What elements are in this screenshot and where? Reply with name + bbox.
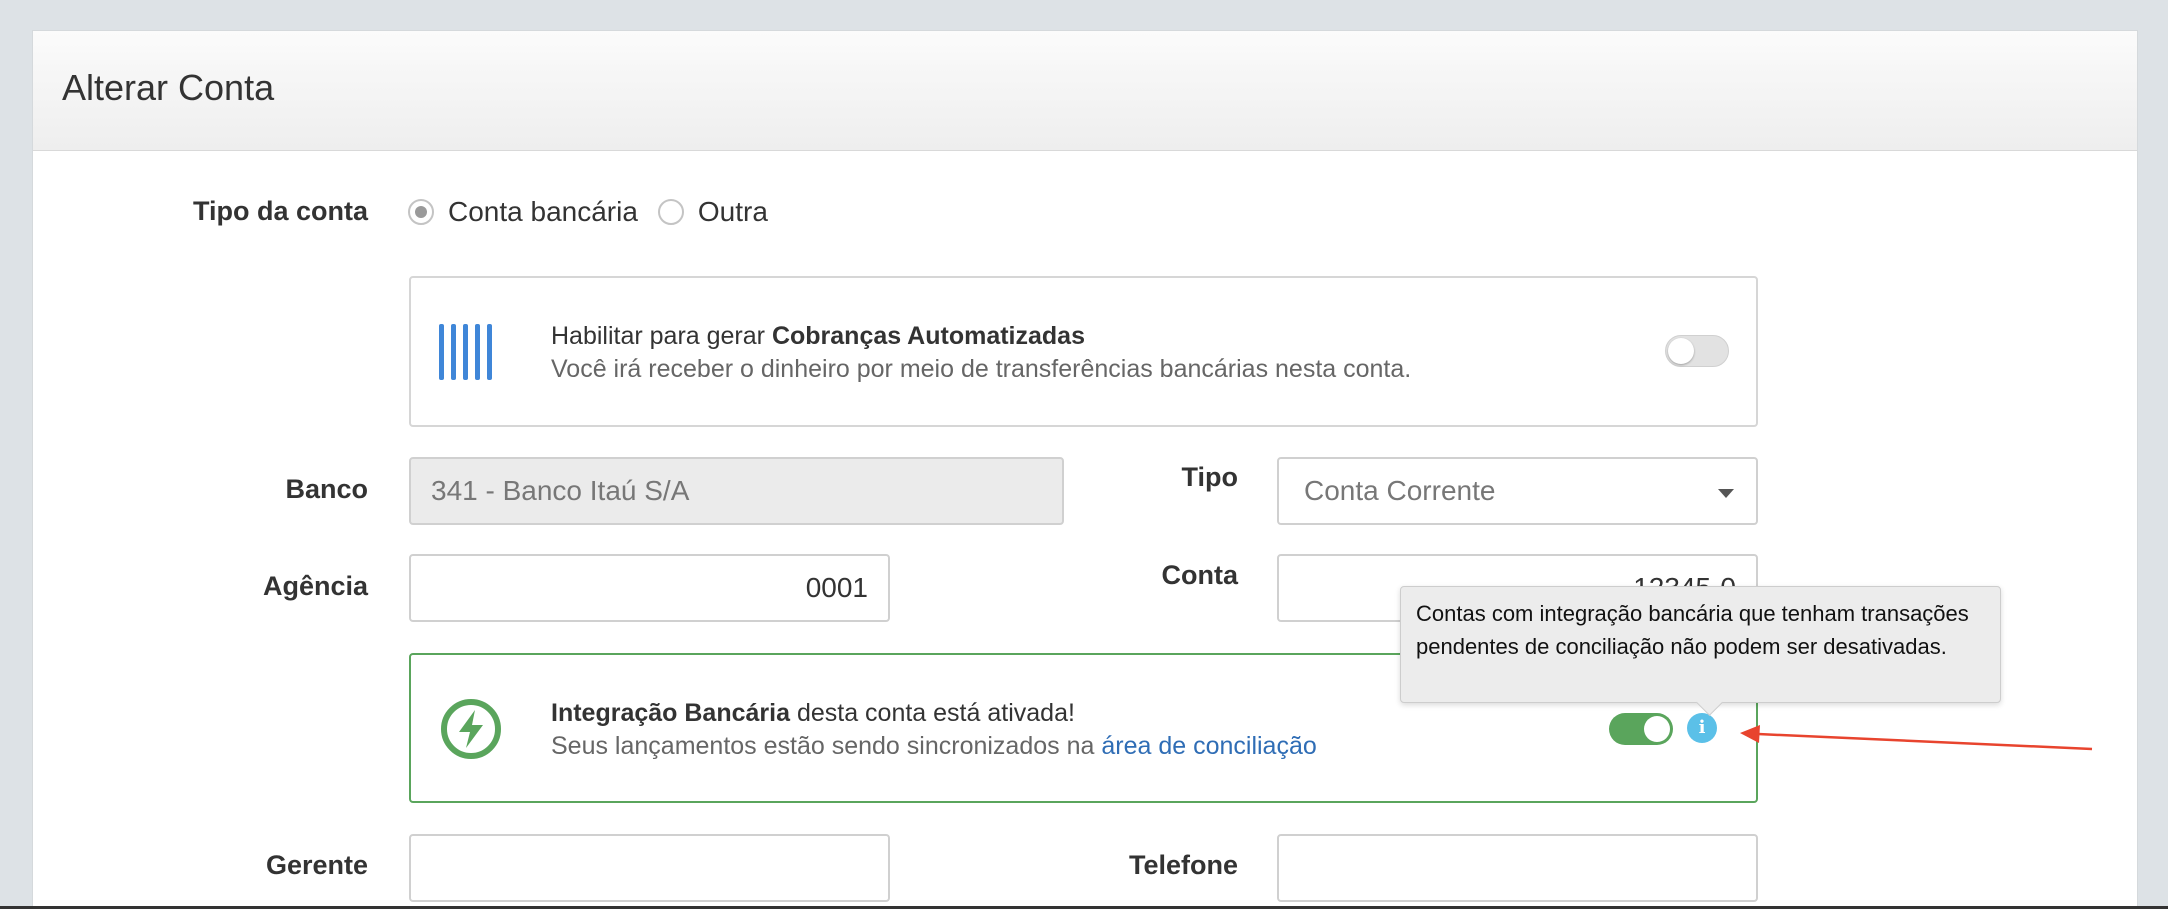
annotation-arrow xyxy=(1740,725,2093,751)
